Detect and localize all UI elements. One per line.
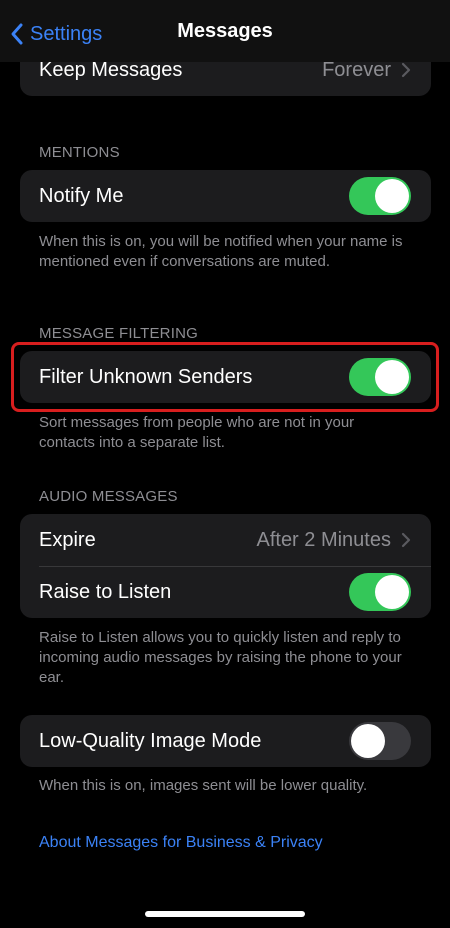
raise-to-listen-toggle[interactable]: [349, 573, 411, 611]
raise-to-listen-row: Raise to Listen: [20, 566, 431, 618]
about-messages-business-privacy-link[interactable]: About Messages for Business & Privacy: [39, 834, 323, 852]
message-filtering-header: MESSAGE FILTERING: [39, 325, 198, 342]
home-indicator: [145, 911, 305, 917]
notify-me-row: Notify Me: [20, 170, 431, 222]
message-filtering-group: Filter Unknown Senders: [20, 351, 431, 403]
low-quality-image-mode-label: Low-Quality Image Mode: [39, 729, 262, 752]
filter-unknown-senders-toggle[interactable]: [349, 358, 411, 396]
toggle-knob: [351, 724, 385, 758]
page-title: Messages: [177, 20, 273, 42]
low-quality-footnote: When this is on, images sent will be low…: [39, 777, 368, 794]
mentions-group: Notify Me: [20, 170, 431, 222]
chevron-right-icon: [401, 62, 411, 78]
expire-label: Expire: [39, 528, 96, 551]
low-quality-image-mode-toggle[interactable]: [349, 722, 411, 760]
chevron-right-icon: [401, 532, 411, 548]
audio-messages-group: Expire After 2 Minutes Raise to Listen: [20, 514, 431, 618]
mentions-footnote: When this is on, you will be notified wh…: [39, 233, 403, 270]
expire-row[interactable]: Expire After 2 Minutes: [20, 514, 431, 566]
notify-me-label: Notify Me: [39, 184, 124, 207]
toggle-knob: [375, 575, 409, 609]
raise-to-listen-label: Raise to Listen: [39, 580, 172, 603]
audio-messages-header: AUDIO MESSAGES: [39, 488, 178, 505]
expire-value: After 2 Minutes: [256, 528, 391, 551]
filter-unknown-senders-row: Filter Unknown Senders: [20, 351, 431, 403]
toggle-knob: [375, 179, 409, 213]
navigation-bar: Settings Messages: [0, 0, 450, 62]
low-quality-group: Low-Quality Image Mode: [20, 715, 431, 767]
notify-me-toggle[interactable]: [349, 177, 411, 215]
filter-unknown-senders-label: Filter Unknown Senders: [39, 365, 253, 388]
low-quality-image-mode-row: Low-Quality Image Mode: [20, 715, 431, 767]
audio-messages-footnote: Raise to Listen allows you to quickly li…: [39, 629, 402, 686]
toggle-knob: [375, 360, 409, 394]
message-filtering-footnote: Sort messages from people who are not in…: [39, 414, 355, 451]
mentions-header: MENTIONS: [39, 144, 120, 161]
